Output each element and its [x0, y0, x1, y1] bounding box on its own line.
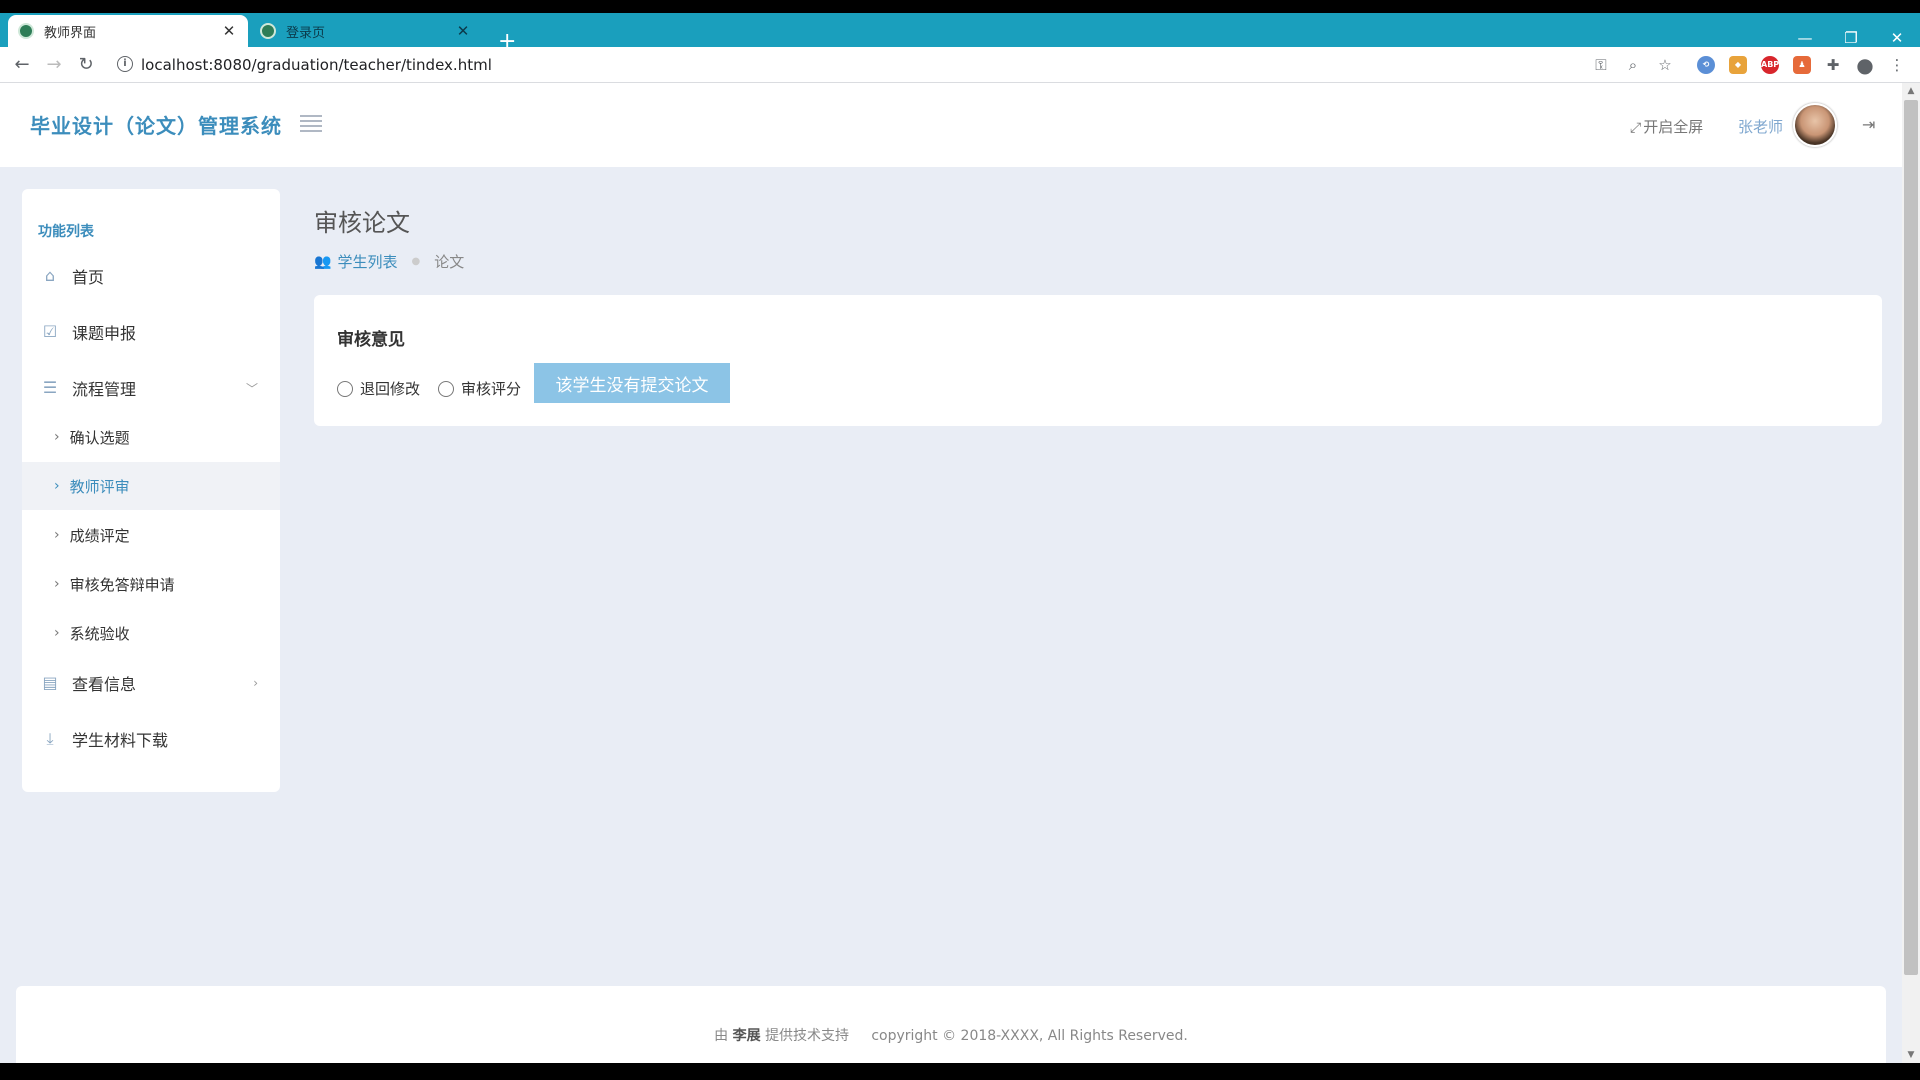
reload-icon[interactable]: ↻ [74, 53, 98, 77]
radio-review-score[interactable]: 审核评分 [438, 378, 521, 399]
chevron-right-icon: › [54, 527, 60, 543]
username-link[interactable]: 张老师 [1738, 116, 1783, 137]
chevron-right-icon: › [54, 429, 60, 445]
adblock-icon[interactable]: ABP [1761, 56, 1779, 74]
home-icon: ⌂ [44, 266, 56, 285]
sidebar: 功能列表 ⌂ 首页 ☑ 课题申报 ☰ 流程管理 ﹀ › 确认选题 › 教师评审 … [22, 189, 280, 792]
key-icon[interactable]: ⚿ [1591, 55, 1611, 75]
sidebar-item-process-management[interactable]: ☰ 流程管理 ﹀ [22, 365, 280, 411]
profile-icon[interactable]: ● [1855, 55, 1875, 75]
restore-icon[interactable]: ❐ [1836, 29, 1866, 47]
breadcrumb-current: 论文 [434, 253, 465, 271]
expand-icon: ⤢ [1630, 120, 1642, 136]
window-close-icon[interactable]: ✕ [1882, 29, 1912, 47]
sidebar-subitem-system-acceptance[interactable]: › 系统验收 [22, 609, 280, 657]
app-title[interactable]: 毕业设计（论文）管理系统 [30, 110, 282, 139]
sidebar-item-label: 学生材料下载 [72, 731, 169, 750]
breadcrumb: 👥 学生列表 ● 论文 [314, 251, 464, 272]
footer-author: 李展 [732, 1028, 761, 1044]
review-card: 审核意见 退回修改 审核评分 该学生没有提交论文 [314, 295, 1882, 426]
footer: 由 李展 提供技术支持 copyright © 2018-XXXX, All R… [16, 986, 1886, 1063]
chevron-right-icon: › [54, 625, 60, 641]
footer-suffix: 提供技术支持 [765, 1028, 850, 1044]
radio-circle[interactable] [438, 380, 454, 397]
tab-title: 教师界面 [44, 25, 97, 41]
browser-tab-inactive[interactable]: 登录页 ✕ [250, 15, 482, 47]
sidebar-subitem-grade-evaluation[interactable]: › 成绩评定 [22, 511, 280, 559]
fullscreen-label: 开启全屏 [1643, 118, 1704, 136]
extension-icon[interactable]: ◆ [1729, 56, 1747, 74]
screen-bottom-border [0, 1063, 1920, 1080]
extensions-puzzle-icon[interactable]: ✚ [1823, 55, 1843, 75]
sidebar-item-home[interactable]: ⌂ 首页 [22, 253, 280, 299]
footer-copyright: copyright © 2018-XXXX, All Rights Reserv… [871, 1028, 1188, 1044]
footer-text: 由 李展 提供技术支持 copyright © 2018-XXXX, All R… [16, 1025, 1886, 1045]
avatar[interactable] [1793, 103, 1837, 147]
users-icon: 👥 [314, 253, 332, 270]
breadcrumb-link[interactable]: 学生列表 [337, 251, 397, 272]
sidebar-subitem-label: 审核免答辩申请 [69, 575, 175, 594]
browser-tab-strip: 教师界面 ✕ 登录页 ✕ + — ❐ ✕ [0, 13, 1920, 54]
tab-close-icon[interactable]: ✕ [454, 22, 472, 40]
radio-return-revise[interactable]: 退回修改 [337, 378, 420, 399]
sidebar-item-view-info[interactable]: ▤ 查看信息 › [22, 660, 280, 706]
sidebar-item-label: 首页 [72, 268, 105, 287]
checkbox-icon: ☑ [42, 322, 58, 341]
forward-icon[interactable]: → [42, 53, 66, 77]
sidebar-subitem-label: 确认选题 [69, 428, 130, 447]
card-title: 审核意见 [337, 330, 405, 350]
zoom-icon[interactable]: ⌕ [1623, 55, 1643, 75]
chevron-right-icon: › [54, 576, 60, 592]
site-favicon-icon [18, 23, 34, 39]
breadcrumb-separator: ● [411, 256, 421, 267]
sidebar-item-label: 流程管理 [72, 380, 137, 399]
footer-prefix: 由 [714, 1028, 729, 1044]
site-favicon-icon [260, 23, 276, 39]
radio-circle[interactable] [337, 380, 353, 397]
logout-icon[interactable]: ⇥ [1862, 115, 1875, 134]
menu-dots-icon[interactable]: ⋮ [1887, 55, 1907, 75]
menu-toggle-icon[interactable] [300, 115, 322, 135]
sidebar-item-label: 课题申报 [72, 324, 137, 343]
minimize-icon[interactable]: — [1790, 29, 1820, 47]
sidebar-item-material-download[interactable]: ⤓ 学生材料下载 [22, 716, 280, 762]
sidebar-item-topic-report[interactable]: ☑ 课题申报 [22, 309, 280, 355]
list-icon: ☰ [42, 378, 58, 397]
radio-label: 退回修改 [360, 380, 421, 398]
app-header: 毕业设计（论文）管理系统 ⤢ 开启全屏 张老师 ⇥ [0, 83, 1902, 167]
extension-icon[interactable]: ♟ [1793, 56, 1811, 74]
chevron-right-icon: › [253, 676, 258, 690]
sidebar-subitem-label: 成绩评定 [69, 526, 130, 545]
sidebar-item-label: 查看信息 [72, 675, 137, 694]
browser-tab-active[interactable]: 教师界面 ✕ [8, 15, 248, 47]
scrollbar-thumb[interactable] [1904, 100, 1918, 975]
sidebar-subitem-defense-exemption[interactable]: › 审核免答辩申请 [22, 560, 280, 608]
tab-title: 登录页 [286, 25, 326, 41]
fullscreen-button[interactable]: ⤢ 开启全屏 [1630, 116, 1703, 137]
tab-close-icon[interactable]: ✕ [220, 22, 238, 40]
sidebar-subitem-label: 教师评审 [69, 477, 130, 496]
bookmark-star-icon[interactable]: ☆ [1655, 55, 1675, 75]
address-bar[interactable]: localhost:8080/graduation/teacher/tindex… [141, 56, 492, 74]
page-viewport: 毕业设计（论文）管理系统 ⤢ 开启全屏 张老师 ⇥ 功能列表 ⌂ 首页 ☑ 课题申… [0, 83, 1902, 1063]
radio-label: 审核评分 [461, 380, 522, 398]
extension-icon[interactable]: ⟲ [1697, 56, 1715, 74]
download-icon: ⤓ [46, 729, 54, 748]
sidebar-subitem-teacher-review[interactable]: › 教师评审 [22, 462, 280, 510]
back-icon[interactable]: ← [10, 53, 34, 77]
sidebar-subitem-label: 系统验收 [69, 624, 130, 643]
scroll-up-icon[interactable]: ▲ [1904, 86, 1918, 96]
sidebar-title: 功能列表 [38, 224, 94, 240]
page-title: 审核论文 [314, 209, 410, 237]
scroll-down-icon[interactable]: ▼ [1904, 1050, 1918, 1060]
sidebar-subitem-confirm-topic[interactable]: › 确认选题 [22, 413, 280, 461]
screen-top-border [0, 0, 1920, 13]
browser-toolbar: ← → ↻ i localhost:8080/graduation/teache… [0, 47, 1920, 83]
site-info-icon[interactable]: i [117, 56, 133, 72]
no-submission-button[interactable]: 该学生没有提交论文 [534, 363, 730, 403]
chevron-down-icon: ﹀ [245, 381, 258, 396]
document-icon: ▤ [42, 673, 58, 692]
chevron-right-icon: › [54, 478, 60, 494]
